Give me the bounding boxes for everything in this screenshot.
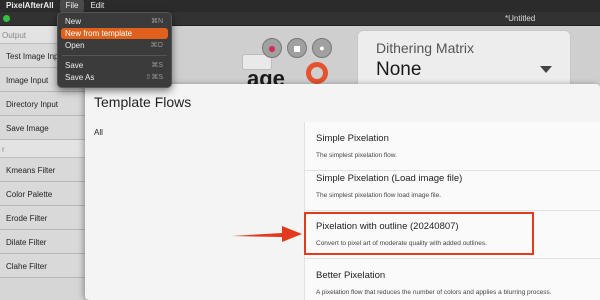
flow-item-better-pixelation[interactable]: Better Pixelation A pixelation flow that… [305, 259, 600, 300]
flow-description: The simplest pixelation flow load image … [316, 192, 442, 199]
category-item-all[interactable]: All [94, 128, 103, 137]
flow-name: Better Pixelation [316, 270, 386, 281]
window-maximize-button[interactable] [3, 15, 10, 22]
menu-file[interactable]: File [59, 0, 85, 12]
flow-item-simple-pixelation-load[interactable]: Simple Pixelation (Load image file) The … [305, 162, 600, 211]
node-save-image[interactable]: Save Image [0, 116, 87, 140]
node-color-palette[interactable]: Color Palette [0, 182, 87, 206]
preview-button[interactable]: ● [312, 38, 332, 58]
dithering-matrix-select[interactable]: None [376, 59, 421, 81]
node-erode-filter[interactable]: Erode Filter [0, 206, 87, 230]
menu-item-label: Save As [65, 73, 95, 82]
flow-list: Simple Pixelation The simplest pixelatio… [304, 122, 600, 300]
menu-item-save[interactable]: Save ⌘S [61, 60, 168, 71]
node-dilate-filter[interactable]: Dilate Filter [0, 230, 87, 254]
menu-item-shortcut: ⌘N [150, 18, 163, 25]
node-clahe-filter[interactable]: Clahe Filter [0, 254, 87, 278]
menu-separator [62, 55, 167, 56]
app-name-menu[interactable]: PixelAfterAll [0, 0, 60, 12]
menu-item-save-as[interactable]: Save As ⇧⌘S [61, 72, 168, 83]
stop-icon [294, 45, 300, 52]
menu-item-new[interactable]: New ⌘N [61, 16, 168, 27]
flow-description: The simplest pixelation flow. [316, 152, 397, 159]
menu-item-shortcut: ⌘O [150, 42, 163, 49]
menu-item-label: New from template [65, 29, 133, 38]
record-button[interactable] [262, 38, 282, 58]
dithering-matrix-label: Dithering Matrix [376, 40, 475, 56]
dialog-title: Template Flows [94, 94, 192, 110]
menu-item-label: Open [65, 41, 85, 50]
menu-item-label: New [65, 17, 82, 26]
flow-description: A pixelation flow that reduces the numbe… [316, 289, 552, 296]
flow-name: Simple Pixelation [316, 133, 389, 144]
file-menu-dropdown: New ⌘N New from template Open ⌘O Save ⌘S… [57, 12, 172, 88]
dithering-matrix-card: Dithering Matrix None [357, 30, 571, 90]
category-list: All [85, 122, 303, 300]
menu-item-new-from-template[interactable]: New from template [61, 28, 168, 39]
eye-icon: ● [319, 43, 325, 53]
node-directory-input[interactable]: Directory Input [0, 92, 87, 116]
record-icon [269, 45, 275, 52]
template-flows-dialog: Template Flows All Simple Pixelation The… [85, 84, 600, 300]
app-root: PixelAfterAll File Edit *Untitled Output… [0, 0, 600, 300]
node-kmeans-filter[interactable]: Kmeans Filter [0, 158, 87, 182]
section-filter-label: r [0, 140, 87, 158]
stop-button[interactable] [287, 38, 307, 58]
menu-item-label: Save [65, 61, 84, 70]
window-title: *Untitled [505, 14, 536, 23]
chevron-down-icon[interactable] [540, 66, 552, 73]
menu-bar: PixelAfterAll File Edit [0, 0, 600, 12]
logo-ring [306, 62, 328, 84]
menu-item-open[interactable]: Open ⌘O [61, 40, 168, 51]
menu-item-shortcut: ⇧⌘S [145, 74, 163, 81]
flow-name: Simple Pixelation (Load image file) [316, 173, 463, 184]
menu-edit[interactable]: Edit [84, 0, 110, 12]
arrow-annotation-icon [232, 226, 302, 242]
menu-item-shortcut: ⌘S [151, 62, 163, 69]
highlight-box [304, 212, 534, 255]
